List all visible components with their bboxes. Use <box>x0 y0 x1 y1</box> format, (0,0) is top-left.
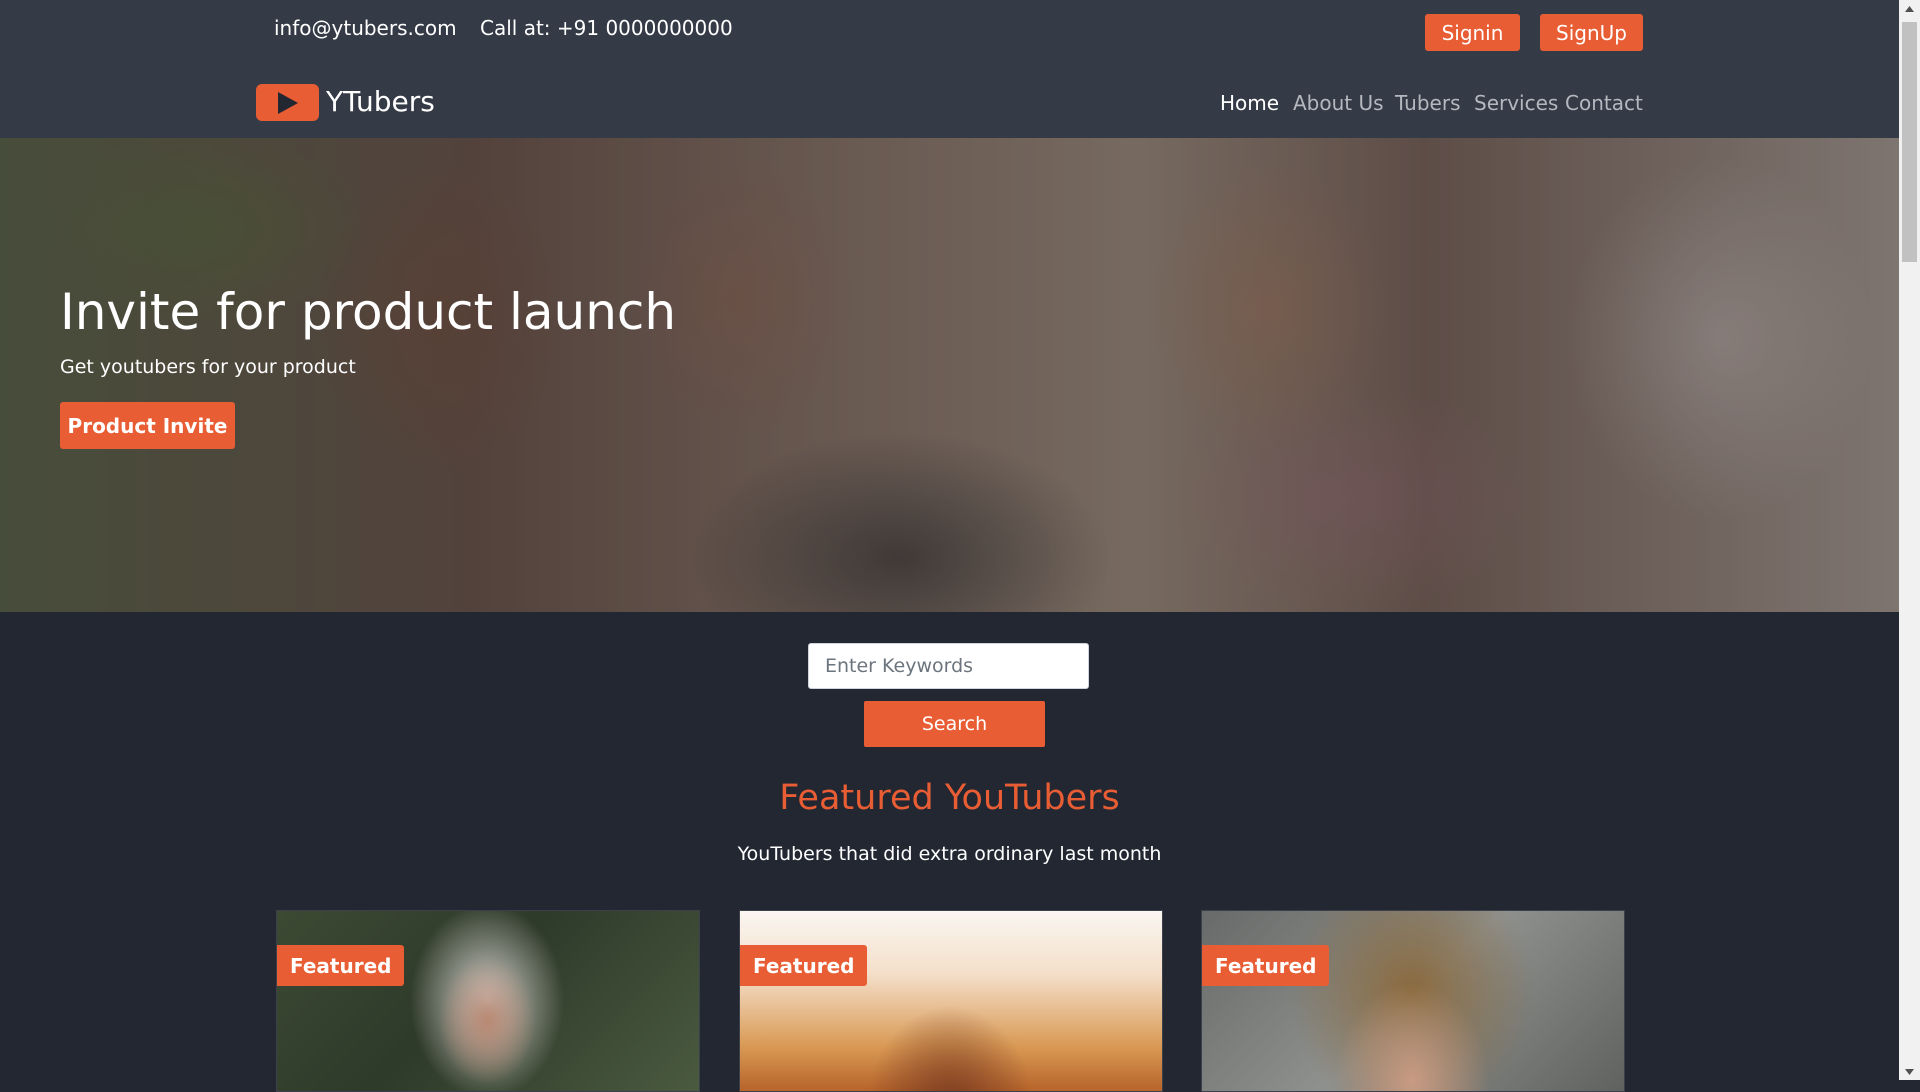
logo[interactable] <box>256 84 319 121</box>
featured-badge: Featured <box>277 945 405 986</box>
nav-about-us[interactable]: About Us <box>1293 91 1384 115</box>
contact-phone: Call at: +91 0000000000 <box>480 16 733 40</box>
play-icon <box>278 92 298 114</box>
nav-home[interactable]: Home <box>1220 91 1279 115</box>
youtuber-card[interactable]: Featured <box>276 910 700 1092</box>
youtuber-card[interactable]: Featured <box>739 910 1163 1092</box>
contact-email: info@ytubers.com <box>274 16 457 40</box>
scroll-up-arrow-icon[interactable] <box>1899 0 1920 17</box>
main-navbar: YTubers Home About Us Tubers Services Co… <box>0 62 1899 138</box>
featured-subtitle: YouTubers that did extra ordinary last m… <box>737 843 1162 865</box>
top-contact-bar: info@ytubers.com Call at: +91 0000000000… <box>0 0 1899 62</box>
hero-subtitle: Get youtubers for your product <box>60 356 356 378</box>
page-scrollbar[interactable] <box>1899 0 1920 1080</box>
scroll-down-arrow-icon[interactable] <box>1899 1063 1920 1080</box>
hero-banner: Invite for product launch Get youtubers … <box>0 138 1899 612</box>
hero-title: Invite for product launch <box>60 283 677 341</box>
product-invite-button[interactable]: Product Invite <box>60 402 235 449</box>
featured-title: Featured YouTubers <box>779 778 1120 818</box>
scrollbar-thumb[interactable] <box>1902 22 1917 262</box>
search-input[interactable] <box>808 643 1089 689</box>
signup-button[interactable]: SignUp <box>1540 14 1643 51</box>
nav-tubers[interactable]: Tubers <box>1395 91 1461 115</box>
brand-name[interactable]: YTubers <box>326 85 435 118</box>
search-button[interactable]: Search <box>864 701 1045 747</box>
nav-contact[interactable]: Contact <box>1565 91 1643 115</box>
signin-button[interactable]: Signin <box>1425 14 1520 51</box>
nav-services[interactable]: Services <box>1474 91 1558 115</box>
youtuber-card[interactable]: Featured <box>1201 910 1625 1092</box>
featured-badge: Featured <box>1202 945 1330 986</box>
featured-badge: Featured <box>740 945 868 986</box>
